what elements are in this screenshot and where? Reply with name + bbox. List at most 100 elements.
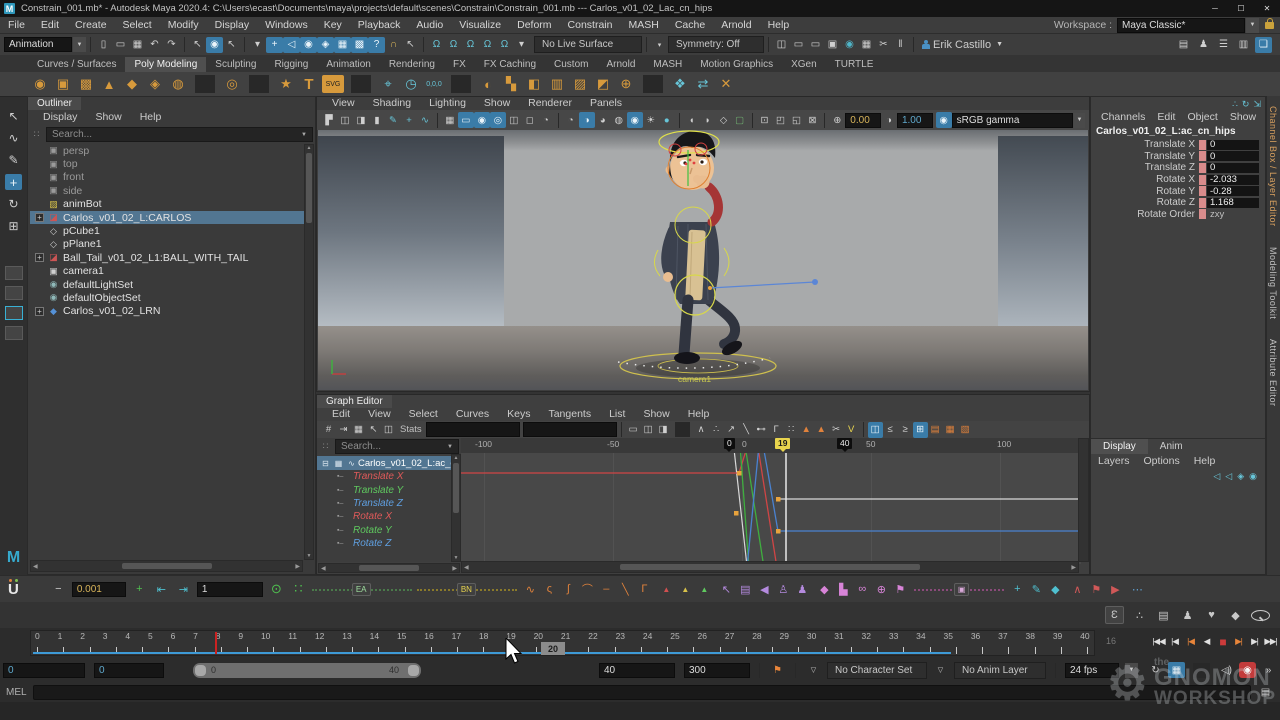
- menu-item[interactable]: MASH: [621, 19, 667, 31]
- menu-item[interactable]: Cache: [667, 19, 713, 31]
- channel-attribute-row[interactable]: Rotate Z 1.168: [1091, 197, 1265, 209]
- channel-box-menu-item[interactable]: Object: [1181, 111, 1223, 123]
- gamma-icon[interactable]: ◑: [881, 112, 897, 128]
- shelf-tool-icon[interactable]: ▥: [547, 76, 567, 92]
- menu-item[interactable]: Select: [115, 19, 160, 31]
- menu-item[interactable]: Visualize: [451, 19, 509, 31]
- sidebar-toggle-icon[interactable]: ♟: [1195, 37, 1212, 53]
- selection-mode-icon[interactable]: ↖: [189, 37, 206, 53]
- pose-slider[interactable]: ▣: [914, 582, 1004, 597]
- outliner-menu-item[interactable]: Display: [34, 111, 86, 125]
- pole-vector-line[interactable]: [710, 282, 815, 288]
- playback-option-icon[interactable]: ◁): [1218, 662, 1235, 678]
- shelf-tool-icon[interactable]: ◷: [401, 76, 421, 92]
- graph-time-ruler[interactable]: -100-50050100 01940: [461, 438, 1081, 454]
- graph-list-hscrollbar[interactable]: ◀▶: [318, 563, 460, 573]
- anim-tool-icon[interactable]: ◆: [816, 581, 833, 597]
- expand-toggle-icon[interactable]: [35, 173, 44, 182]
- tangent-preset-icon[interactable]: ‒: [598, 581, 615, 597]
- viewport-pane-icon[interactable]: ◱: [788, 112, 804, 128]
- channel-box-menu-item[interactable]: Edit: [1151, 111, 1181, 123]
- selection-mask-icon[interactable]: ↖: [402, 37, 419, 53]
- playback-option-icon[interactable]: ◉: [1239, 662, 1256, 678]
- layout-preset-button[interactable]: [5, 266, 23, 280]
- viewport-shading-icon[interactable]: ◉: [627, 112, 643, 128]
- expand-toggle-icon[interactable]: +: [35, 253, 44, 262]
- render-tool-icon[interactable]: ✂: [875, 37, 892, 53]
- shelf-tool-icon[interactable]: ◎: [222, 76, 242, 92]
- utility-icon[interactable]: Ɛ: [1105, 606, 1124, 624]
- shelf-tab[interactable]: XGen: [782, 57, 826, 72]
- snap-icon[interactable]: ▾: [513, 37, 530, 53]
- expand-toggle-icon[interactable]: [35, 240, 44, 249]
- selection-mask-icon[interactable]: +: [266, 37, 283, 53]
- graph-editor-menu-item[interactable]: Select: [400, 408, 447, 422]
- menu-item[interactable]: Arnold: [713, 19, 759, 31]
- channel-attribute-row[interactable]: Rotate X -2.033: [1091, 174, 1265, 186]
- grid-icon[interactable]: ∷: [290, 581, 307, 597]
- graph-channel-row[interactable]: ▪– Rotate Y: [317, 524, 461, 537]
- shelf-tool-icon[interactable]: ◉: [30, 76, 50, 92]
- expand-toggle-icon[interactable]: [35, 227, 44, 236]
- character-set-selector[interactable]: No Character Set: [827, 662, 927, 679]
- shelf-tool-icon[interactable]: ⌖: [378, 76, 398, 92]
- graph-tool-icon[interactable]: ▦: [351, 422, 366, 438]
- select-tool-icon[interactable]: ♟: [794, 581, 811, 597]
- shelf-tab[interactable]: Custom: [545, 57, 597, 72]
- select-tool-icon[interactable]: ▤: [737, 581, 754, 597]
- gamma-field[interactable]: 1.00: [897, 113, 933, 128]
- marker-icon[interactable]: ▲: [696, 581, 713, 597]
- sidebar-vertical-tab[interactable]: Channel Box / Layer Editor: [1267, 96, 1279, 237]
- range-marker[interactable]: 40: [837, 438, 852, 449]
- snap-icon[interactable]: Ω: [445, 37, 462, 53]
- tangent-preset-icon[interactable]: Γ: [636, 581, 653, 597]
- anim-start-field[interactable]: 0: [3, 663, 85, 678]
- shelf-tab[interactable]: Animation: [317, 57, 379, 72]
- sidebar-toggle-icon[interactable]: ▥: [1235, 37, 1252, 53]
- outliner-item[interactable]: ▣ persp: [30, 144, 305, 157]
- menu-item[interactable]: File: [0, 19, 33, 31]
- expand-toggle-icon[interactable]: [35, 200, 44, 209]
- graph-view-icon[interactable]: ▧: [958, 422, 973, 438]
- close-button[interactable]: ✕: [1254, 4, 1280, 13]
- menu-item[interactable]: Playback: [350, 19, 409, 31]
- shelf-tool-icon[interactable]: [351, 75, 371, 93]
- shelf-tab[interactable]: Poly Modeling: [125, 57, 206, 72]
- shelf-tool-icon[interactable]: [451, 75, 471, 93]
- graph-channel-row[interactable]: ▪– Rotate X: [317, 510, 461, 523]
- outliner-item[interactable]: ▣ side: [30, 184, 305, 197]
- render-tool-icon[interactable]: ◉: [841, 37, 858, 53]
- utility-icon[interactable]: ♟: [1179, 607, 1196, 623]
- viewport-camera-icon[interactable]: ▛: [321, 112, 337, 128]
- anim-tool-icon[interactable]: ⚑: [892, 581, 909, 597]
- fps-selector[interactable]: 24 fps: [1065, 663, 1119, 678]
- colorspace-selector[interactable]: sRGB gamma: [952, 113, 1073, 128]
- viewport-menu-item[interactable]: Lighting: [420, 97, 475, 110]
- layout-preset-button[interactable]: [5, 326, 23, 340]
- anim-tool-icon[interactable]: ▙: [835, 581, 852, 597]
- shelf-tool-icon[interactable]: ◆: [122, 76, 142, 92]
- outliner-item[interactable]: ▣ camera1: [30, 265, 305, 278]
- sidebar-toggle-icon[interactable]: ❏: [1255, 37, 1272, 53]
- time-slider-track[interactable]: 0123456789101112131415161718192021222324…: [30, 630, 1095, 656]
- graph-object-row[interactable]: ⊟▦∿ Carlos_v01_02_L:ac_cn_hips: [317, 456, 461, 470]
- tangent-tool-icon[interactable]: ◨: [656, 422, 671, 438]
- shelf-tool-icon[interactable]: 0,0,0: [424, 76, 444, 92]
- expand-toggle-icon[interactable]: +: [35, 213, 44, 222]
- render-tool-icon[interactable]: ‖: [892, 37, 909, 53]
- shelf-tab[interactable]: FX: [444, 57, 475, 72]
- playback-button[interactable]: ▶▶|: [1263, 633, 1278, 650]
- graph-editor-menu-item[interactable]: Edit: [323, 408, 359, 422]
- tangent-tool-icon[interactable]: ↗: [724, 422, 739, 438]
- viewport-camera-icon[interactable]: +: [401, 112, 417, 128]
- workspace-selector[interactable]: Maya Classic*: [1117, 18, 1245, 33]
- playback-button[interactable]: ▶|: [1231, 633, 1246, 650]
- viewport-display-icon[interactable]: ◎: [490, 112, 506, 128]
- selection-mask-icon[interactable]: ▦: [334, 37, 351, 53]
- shelf-tab[interactable]: Arnold: [597, 57, 644, 72]
- anim-layer-arrow-icon[interactable]: ▽: [932, 662, 949, 678]
- range-end-handle[interactable]: [408, 665, 419, 676]
- menu-set-dropdown-arrow-icon[interactable]: ▼: [73, 37, 86, 52]
- render-tool-icon[interactable]: ▦: [858, 37, 875, 53]
- graph-tool-icon[interactable]: ⇥: [336, 422, 351, 438]
